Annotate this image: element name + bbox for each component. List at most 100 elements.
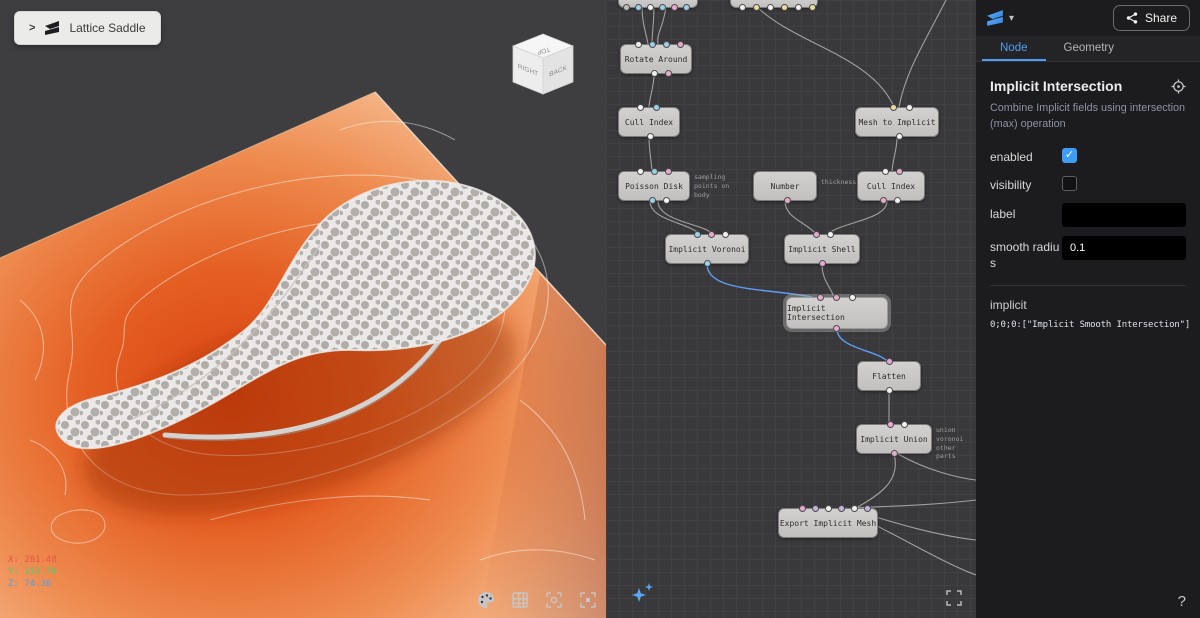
share-button[interactable]: Share	[1113, 5, 1190, 31]
snap-box-icon[interactable]	[544, 590, 564, 610]
grid-icon[interactable]	[510, 590, 530, 610]
port[interactable]	[851, 505, 858, 512]
fullscreen-icon[interactable]	[946, 590, 962, 606]
app-logo-icon	[44, 20, 60, 36]
node-cull-index-2[interactable]: Cull Index	[857, 171, 925, 201]
port[interactable]	[665, 168, 672, 175]
focus-target-icon[interactable]	[1171, 79, 1186, 94]
port[interactable]	[819, 260, 826, 267]
port[interactable]	[896, 168, 903, 175]
port[interactable]	[663, 41, 670, 48]
port[interactable]	[809, 4, 816, 11]
port[interactable]	[651, 168, 658, 175]
port[interactable]	[708, 231, 715, 238]
port[interactable]	[812, 505, 819, 512]
visibility-checkbox[interactable]	[1062, 176, 1077, 191]
port[interactable]	[653, 104, 660, 111]
node-flatten[interactable]: Flatten	[857, 361, 921, 391]
port[interactable]	[906, 104, 913, 111]
port[interactable]	[825, 505, 832, 512]
port[interactable]	[739, 4, 746, 11]
port[interactable]	[637, 104, 644, 111]
enabled-checkbox[interactable]: ✓	[1062, 148, 1077, 163]
port[interactable]	[647, 4, 654, 11]
port[interactable]	[880, 197, 887, 204]
port[interactable]	[671, 4, 678, 11]
port[interactable]	[649, 197, 656, 204]
port[interactable]	[694, 231, 701, 238]
expand-sidebar-icon[interactable]: >	[29, 22, 35, 34]
port[interactable]	[753, 4, 760, 11]
ai-sparkle-icon[interactable]	[628, 582, 658, 606]
help-button[interactable]: ?	[1178, 593, 1186, 610]
field-enabled: enabled ✓	[990, 146, 1186, 165]
chevron-down-icon[interactable]: ▾	[1009, 13, 1014, 24]
node-cull-index-1[interactable]: Cull Index	[618, 107, 680, 137]
port[interactable]	[704, 260, 711, 267]
label-input[interactable]	[1062, 203, 1186, 227]
port[interactable]	[849, 294, 856, 301]
view-cube[interactable]: TOP RIGHT BACK	[513, 34, 573, 94]
port[interactable]	[886, 387, 893, 394]
node-implicit-union[interactable]: Implicit Union	[856, 424, 932, 454]
port[interactable]	[623, 4, 630, 11]
port[interactable]	[827, 231, 834, 238]
node-implicit-shell[interactable]: Implicit Shell	[784, 234, 860, 264]
port[interactable]	[635, 41, 642, 48]
port[interactable]	[838, 505, 845, 512]
node-mesh-to-implicit[interactable]: Mesh to Implicit	[855, 107, 939, 137]
port[interactable]	[635, 4, 642, 11]
port[interactable]	[901, 421, 908, 428]
port[interactable]	[833, 294, 840, 301]
port[interactable]	[864, 505, 871, 512]
port[interactable]	[683, 4, 690, 11]
coord-x: X: 281.48	[8, 554, 57, 566]
visibility-label: visibility	[990, 174, 1062, 193]
tab-geometry[interactable]: Geometry	[1046, 36, 1133, 61]
port[interactable]	[651, 70, 658, 77]
port[interactable]	[886, 358, 893, 365]
port[interactable]	[637, 168, 644, 175]
node-poisson-disk[interactable]: Poisson Disk	[618, 171, 690, 201]
port[interactable]	[781, 4, 788, 11]
port[interactable]	[722, 231, 729, 238]
enabled-label: enabled	[990, 146, 1062, 165]
port[interactable]	[813, 231, 820, 238]
app-menu[interactable]: ▾	[986, 9, 1014, 27]
node-stub[interactable]	[730, 0, 818, 8]
port[interactable]	[891, 450, 898, 457]
viewport-3d[interactable]: TOP RIGHT BACK > Lattice Saddle X: 281.4…	[0, 0, 606, 618]
frame-selection-icon[interactable]	[578, 590, 598, 610]
port[interactable]	[894, 197, 901, 204]
node-implicit-intersection[interactable]: Implicit Intersection	[786, 297, 888, 329]
port[interactable]	[784, 197, 791, 204]
port[interactable]	[663, 197, 670, 204]
field-label: label	[990, 203, 1186, 227]
scene-title-bar[interactable]: > Lattice Saddle	[14, 11, 161, 45]
node-editor-canvas[interactable]: Rotate Around Cull Index Mesh to Implici…	[606, 0, 976, 618]
node-rotate-around[interactable]: Rotate Around	[620, 44, 692, 74]
node-stub[interactable]	[618, 0, 698, 8]
port[interactable]	[833, 325, 840, 332]
palette-icon[interactable]	[476, 590, 496, 610]
port[interactable]	[767, 4, 774, 11]
port[interactable]	[647, 133, 654, 140]
port[interactable]	[887, 421, 894, 428]
port[interactable]	[795, 4, 802, 11]
share-label: Share	[1145, 11, 1177, 25]
port[interactable]	[649, 41, 656, 48]
node-export-implicit-mesh[interactable]: Export Implicit Mesh	[778, 508, 878, 538]
tab-node[interactable]: Node	[982, 36, 1046, 61]
port[interactable]	[659, 4, 666, 11]
node-label: Implicit Voronoi	[668, 245, 745, 254]
port[interactable]	[882, 168, 889, 175]
port[interactable]	[896, 133, 903, 140]
node-implicit-voronoi[interactable]: Implicit Voronoi	[665, 234, 749, 264]
port[interactable]	[890, 104, 897, 111]
port[interactable]	[665, 70, 672, 77]
port[interactable]	[799, 505, 806, 512]
node-number[interactable]: Number	[753, 171, 817, 201]
smooth-radius-input[interactable]	[1062, 236, 1186, 260]
port[interactable]	[677, 41, 684, 48]
port[interactable]	[817, 294, 824, 301]
